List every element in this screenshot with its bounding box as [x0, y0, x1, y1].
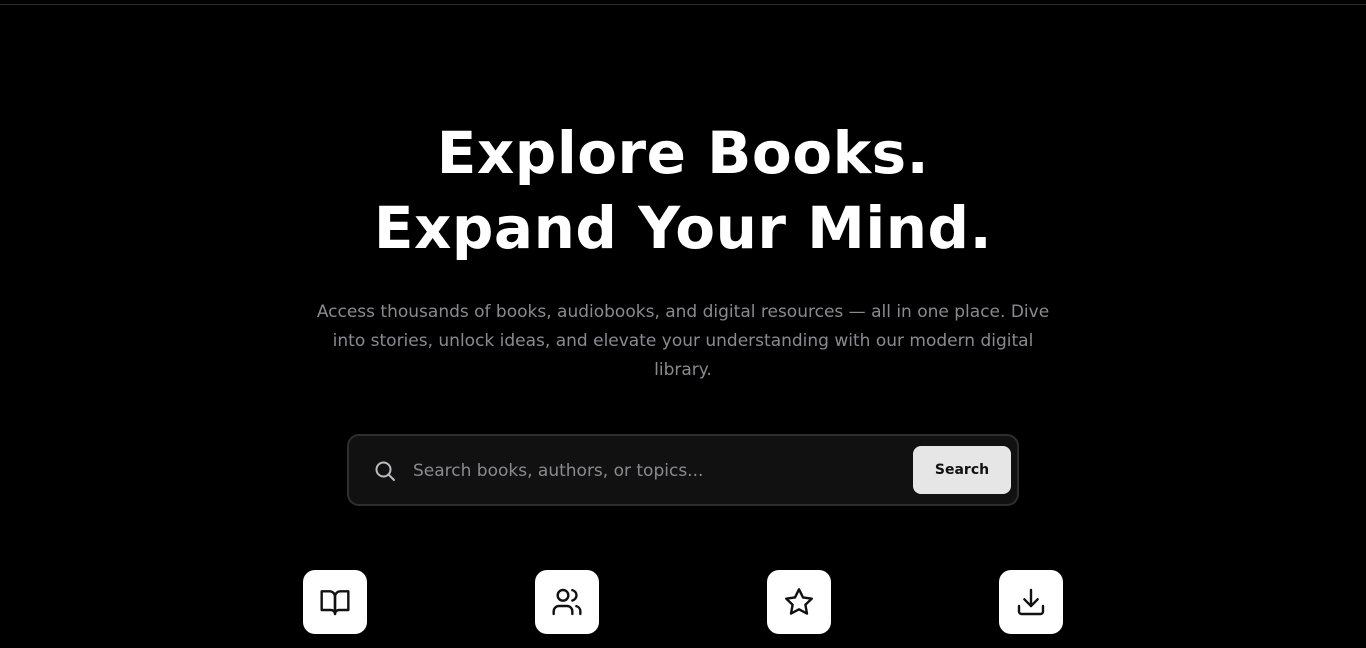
- hero-headline: Explore Books. Expand Your Mind.: [0, 116, 1366, 266]
- hero-subtitle: Access thousands of books, audiobooks, a…: [316, 302, 1050, 380]
- top-divider: [0, 4, 1366, 5]
- feature-tile-books[interactable]: [303, 570, 367, 634]
- headline-line-2: Expand Your Mind.: [373, 194, 993, 262]
- search-input[interactable]: [413, 452, 903, 490]
- feature-tile-community[interactable]: [535, 570, 599, 634]
- users-icon: [552, 588, 582, 616]
- search-bar: Search: [347, 434, 1019, 506]
- feature-tile-download[interactable]: [999, 570, 1063, 634]
- search-button[interactable]: Search: [913, 446, 1011, 494]
- headline-line-1: Explore Books.: [436, 119, 930, 187]
- star-icon: [785, 588, 814, 615]
- book-open-icon: [320, 590, 350, 616]
- download-icon: [1017, 588, 1045, 616]
- search-icon: [373, 459, 397, 483]
- feature-tile-favorites[interactable]: [767, 570, 831, 634]
